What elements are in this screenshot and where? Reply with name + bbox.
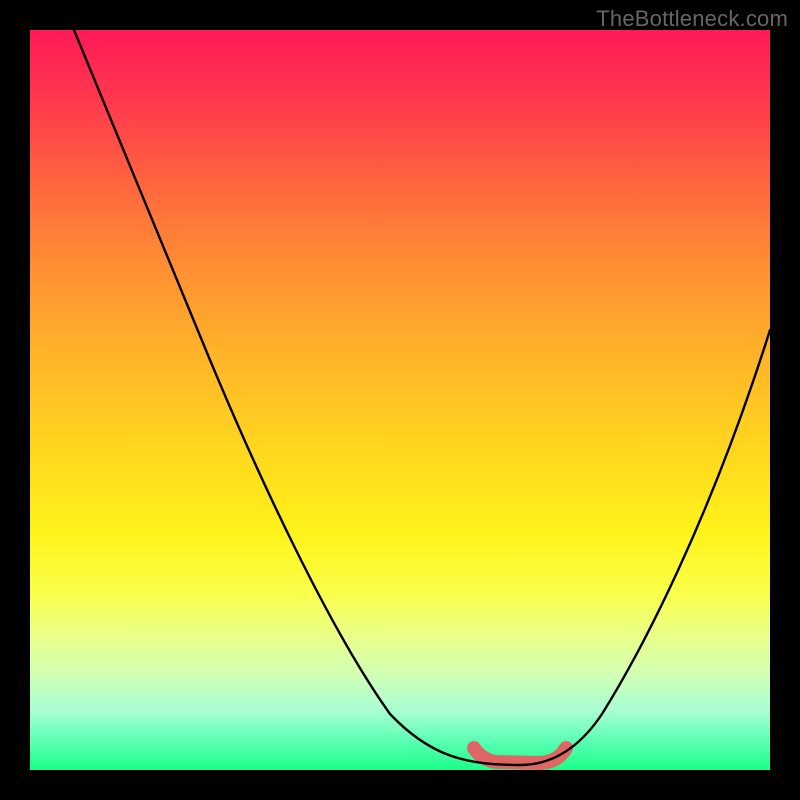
- optimal-range-highlight: [474, 748, 566, 763]
- bottleneck-curve-line: [74, 30, 770, 765]
- bottleneck-plot: [30, 30, 770, 770]
- chart-frame: [30, 30, 770, 770]
- watermark-text: TheBottleneck.com: [596, 6, 788, 32]
